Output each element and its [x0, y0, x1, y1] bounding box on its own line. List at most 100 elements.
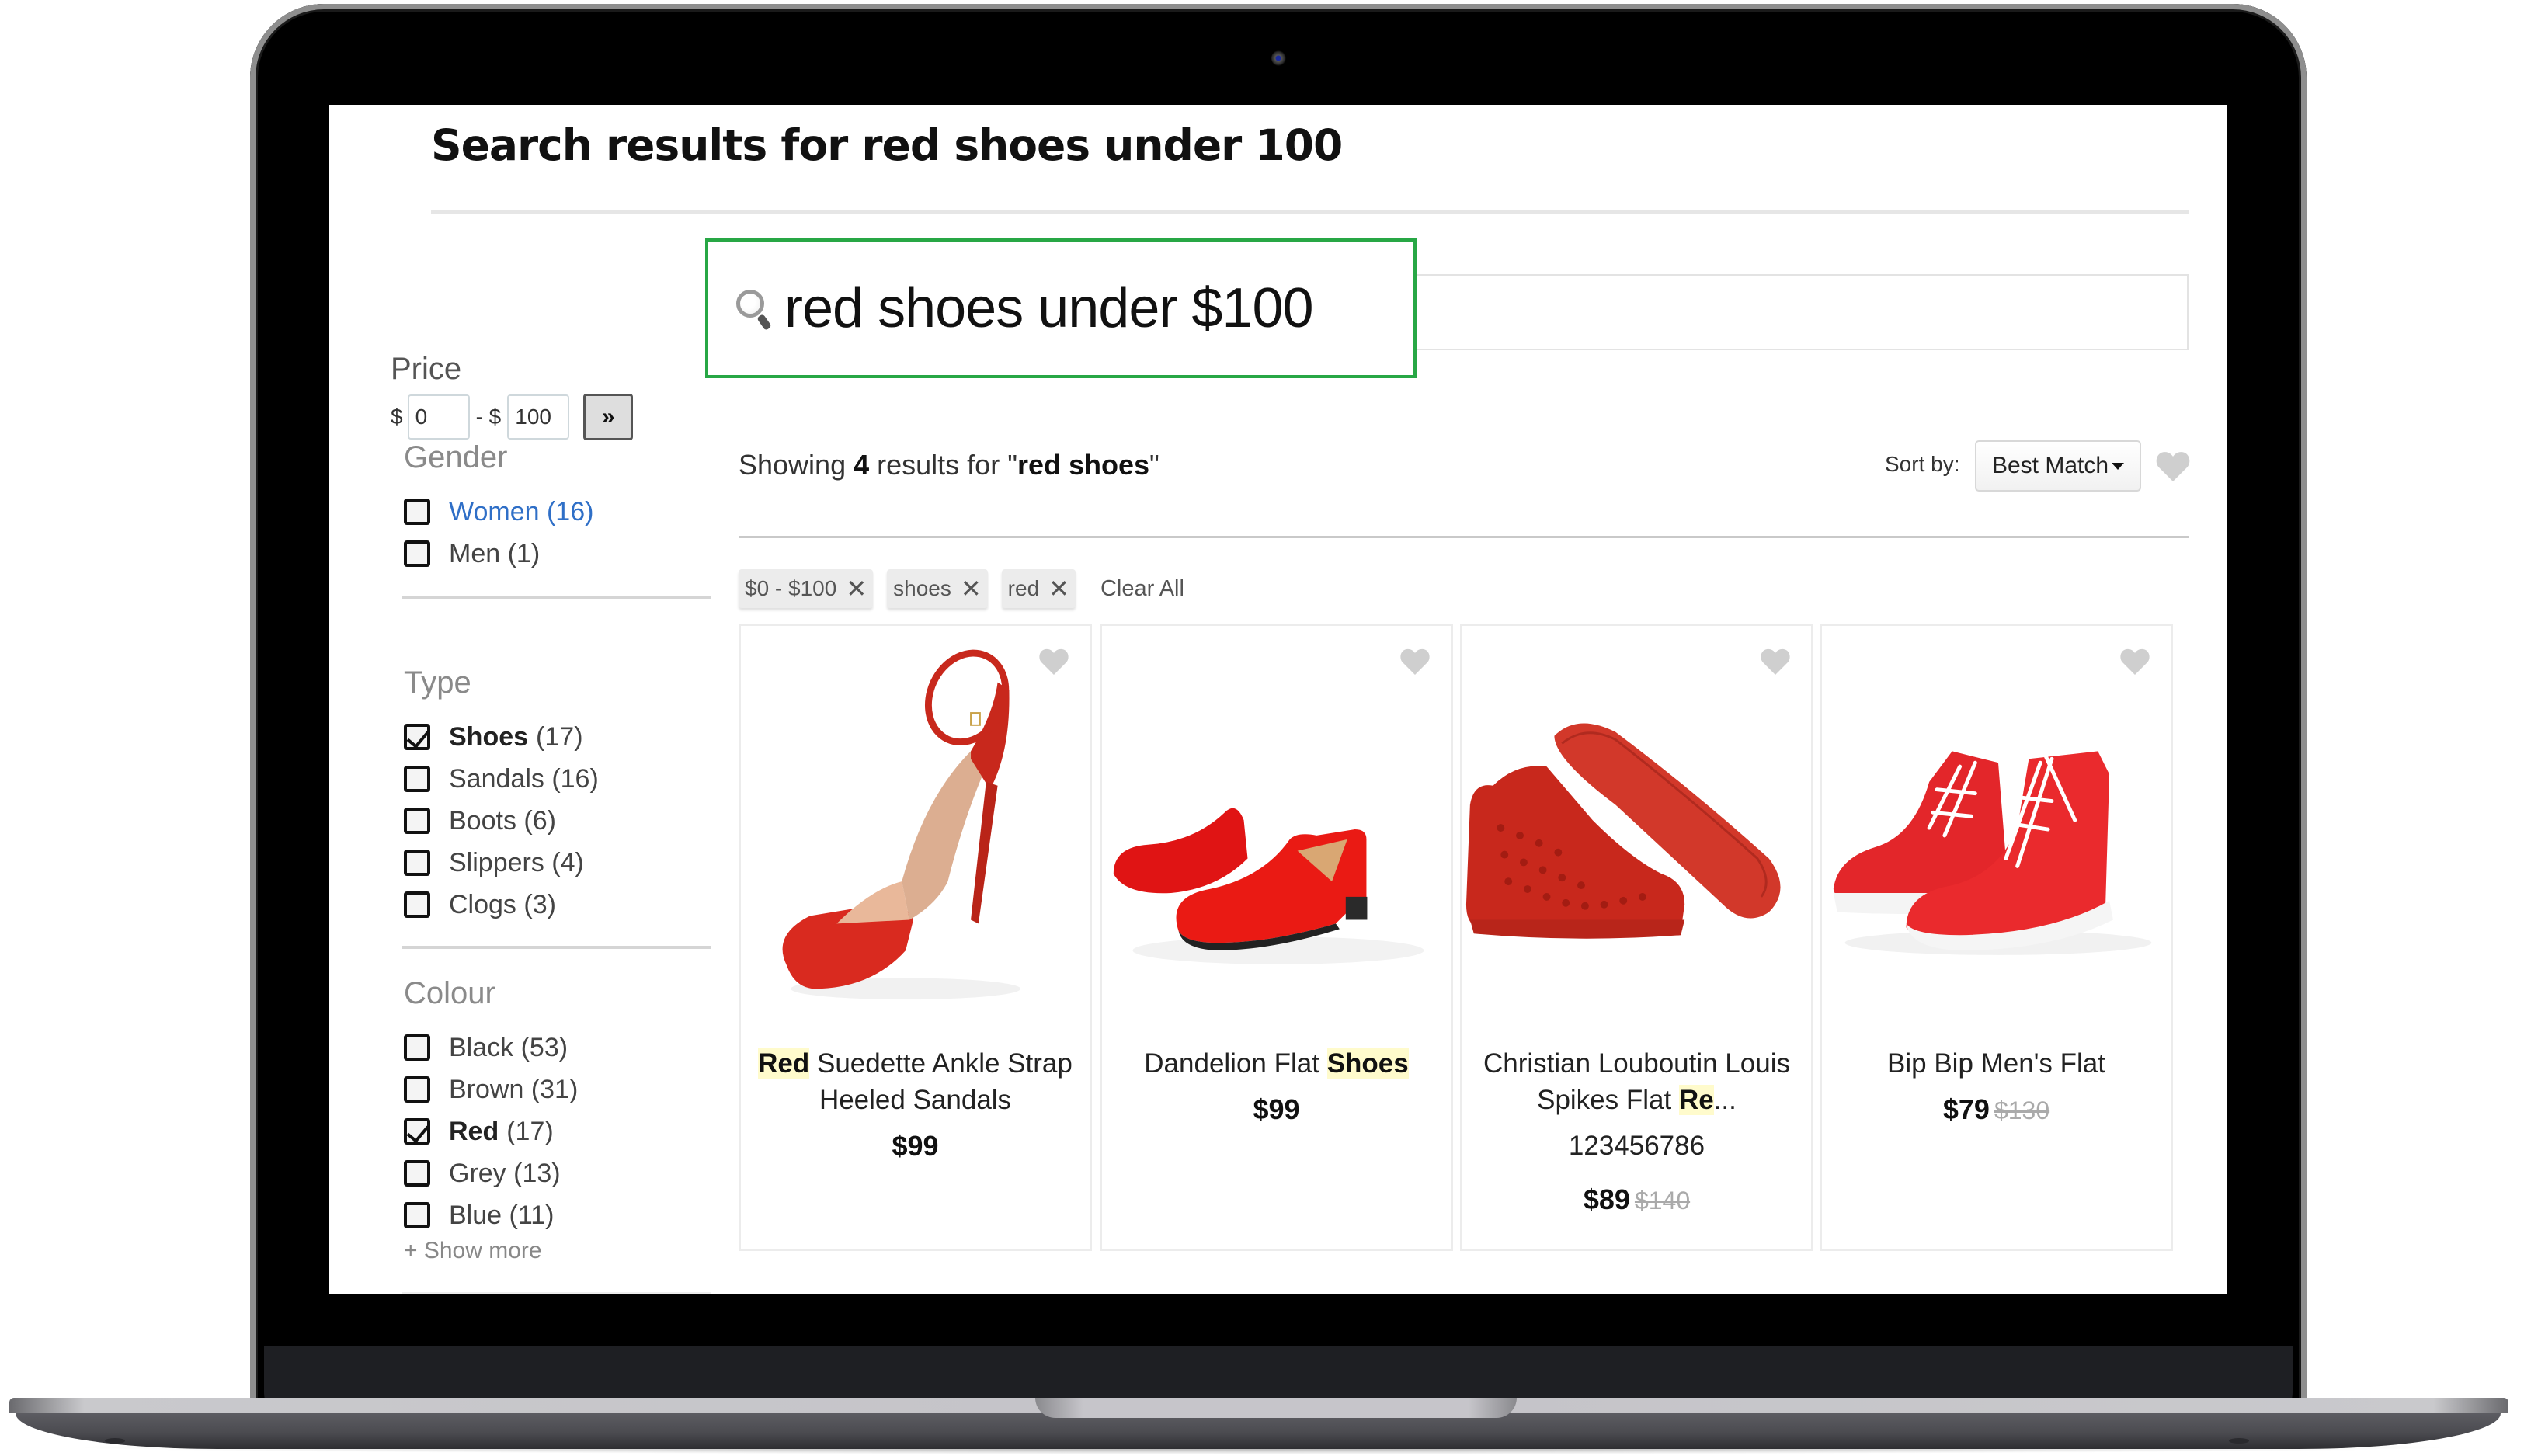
results-summary: Showing 4 results for "red shoes": [739, 449, 1159, 481]
filter-chip-red[interactable]: red ✕: [1001, 569, 1076, 608]
type-option-slippers[interactable]: Slippers (4): [404, 842, 711, 884]
sort-dropdown[interactable]: Best Match: [1975, 440, 2141, 492]
product-image-red-sandal[interactable]: [741, 626, 1090, 1037]
checkbox-checked[interactable]: [404, 724, 430, 750]
chip-label: red: [1007, 576, 1040, 600]
name-highlight: Red: [758, 1048, 810, 1079]
product-price: $79: [1942, 1093, 1990, 1125]
price-heading: Price: [391, 352, 462, 386]
facet-divider: [402, 946, 711, 949]
checkbox[interactable]: [404, 850, 430, 876]
colour-option-brown[interactable]: Brown (31): [404, 1069, 711, 1110]
filter-chip-shoes[interactable]: shoes ✕: [887, 569, 988, 608]
clear-all-link[interactable]: Clear All: [1100, 576, 1184, 602]
option-label[interactable]: Grey (13): [449, 1159, 561, 1189]
colour-option-red[interactable]: Red (17): [404, 1110, 711, 1152]
product-card[interactable]: Dandelion Flat Shoes $99: [1100, 624, 1453, 1251]
name-text: Christian Louboutin Louis Spikes Flat: [1483, 1048, 1790, 1115]
option-label[interactable]: Shoes: [449, 722, 528, 752]
type-option-shoes[interactable]: Shoes (17): [404, 716, 711, 758]
checkbox[interactable]: [404, 766, 430, 792]
heart-icon[interactable]: [1760, 648, 1791, 679]
option-label[interactable]: Men (1): [449, 539, 540, 569]
caret-down-icon: [2112, 462, 2125, 470]
product-old-price: $140: [1634, 1187, 1691, 1214]
close-icon[interactable]: ✕: [961, 574, 982, 603]
product-card[interactable]: Bip Bip Men's Flat $79 $130: [1820, 624, 2173, 1251]
option-label[interactable]: Clogs (3): [449, 890, 556, 920]
search-input[interactable]: red shoes under $100: [784, 276, 1314, 340]
option-label[interactable]: Brown (31): [449, 1075, 578, 1105]
checkbox[interactable]: [404, 1076, 430, 1103]
product-card[interactable]: Red Suedette Ankle Strap Heeled Sandals …: [739, 624, 1092, 1251]
option-label[interactable]: Black (53): [449, 1033, 568, 1063]
checkbox[interactable]: [404, 540, 430, 567]
price-max-input[interactable]: [507, 394, 570, 440]
product-old-price: $130: [1994, 1096, 2050, 1124]
price-apply-button[interactable]: »: [583, 394, 634, 440]
currency-symbol: $: [391, 405, 403, 429]
camera-icon: [1271, 50, 1287, 66]
filter-chip-price[interactable]: $0 - $100 ✕: [739, 569, 874, 608]
type-option-sandals[interactable]: Sandals (16): [404, 758, 711, 800]
product-image-red-loafers[interactable]: [1102, 626, 1451, 1037]
checkbox[interactable]: [404, 1202, 430, 1228]
product-price: $89: [1583, 1183, 1630, 1215]
chip-label: shoes: [893, 576, 951, 600]
checkbox[interactable]: [404, 891, 430, 918]
screen: Search results for red shoes under 100 r…: [329, 105, 2227, 1294]
colour-facet: Colour Black (53) Brown (31) Red (17) Gr…: [402, 976, 711, 1294]
name-ellipsis: ...: [1713, 1085, 1737, 1115]
checkbox[interactable]: [404, 499, 430, 525]
option-label[interactable]: Red: [449, 1117, 499, 1147]
gender-option-men[interactable]: Men (1): [404, 533, 711, 575]
close-icon[interactable]: ✕: [1048, 574, 1069, 603]
sort-label: Sort by:: [1885, 452, 1960, 476]
option-label[interactable]: Sandals (16): [449, 764, 599, 794]
colour-option-blue[interactable]: Blue (11): [404, 1194, 711, 1236]
laptop-foot: [2229, 1438, 2249, 1444]
product-sku: 123456786: [1568, 1131, 1705, 1161]
heart-icon[interactable]: [2155, 450, 2191, 485]
checkbox[interactable]: [404, 1034, 430, 1061]
option-count: (17): [536, 721, 583, 752]
product-image-red-leather-sneaker[interactable]: [1822, 626, 2171, 1037]
option-label[interactable]: Women (16): [449, 497, 593, 527]
checkbox[interactable]: [404, 1160, 430, 1187]
type-option-clogs[interactable]: Clogs (3): [404, 884, 711, 926]
option-label[interactable]: Slippers (4): [449, 848, 584, 878]
search-input-highlight[interactable]: red shoes under $100: [705, 238, 1417, 378]
product-image-red-spike-sneaker[interactable]: [1462, 626, 1811, 1037]
name-highlight: Re: [1678, 1085, 1714, 1115]
name-highlight: Shoes: [1326, 1048, 1409, 1079]
product-price: $99: [892, 1130, 939, 1162]
title-divider: [431, 210, 2189, 214]
gender-option-women[interactable]: Women (16): [404, 491, 711, 533]
product-name[interactable]: Bip Bip Men's Flat: [1830, 1045, 2163, 1082]
type-option-boots[interactable]: Boots (6): [404, 800, 711, 842]
heart-icon[interactable]: [1038, 648, 1069, 679]
show-more-link[interactable]: + Show more: [404, 1238, 711, 1264]
heart-icon[interactable]: [1399, 648, 1431, 679]
product-name[interactable]: Dandelion Flat Shoes: [1110, 1045, 1443, 1082]
product-card[interactable]: Christian Louboutin Louis Spikes Flat Re…: [1460, 624, 1813, 1251]
product-name[interactable]: Red Suedette Ankle Strap Heeled Sandals: [749, 1045, 1082, 1118]
summary-prefix: Showing: [739, 449, 854, 481]
chip-label: $0 - $100: [745, 576, 837, 600]
name-text: Suedette Ankle Strap Heeled Sandals: [809, 1048, 1073, 1115]
colour-option-grey[interactable]: Grey (13): [404, 1152, 711, 1194]
sort-value: Best Match: [1991, 453, 2109, 478]
price-min-input[interactable]: [407, 394, 470, 440]
heart-icon[interactable]: [2119, 648, 2150, 679]
close-icon[interactable]: ✕: [846, 574, 867, 603]
option-label[interactable]: Boots (6): [449, 806, 556, 836]
product-price-row: $79 $130: [1830, 1091, 2163, 1129]
option-label[interactable]: Blue (11): [449, 1201, 554, 1231]
gender-facet: Gender Women (16) Men (1): [402, 440, 711, 599]
checkbox-checked[interactable]: [404, 1118, 430, 1145]
colour-option-black[interactable]: Black (53): [404, 1027, 711, 1069]
product-price: $99: [1253, 1093, 1300, 1125]
laptop-base: [16, 1413, 2501, 1449]
product-name[interactable]: Christian Louboutin Louis Spikes Flat Re…: [1470, 1045, 1803, 1118]
checkbox[interactable]: [404, 808, 430, 834]
